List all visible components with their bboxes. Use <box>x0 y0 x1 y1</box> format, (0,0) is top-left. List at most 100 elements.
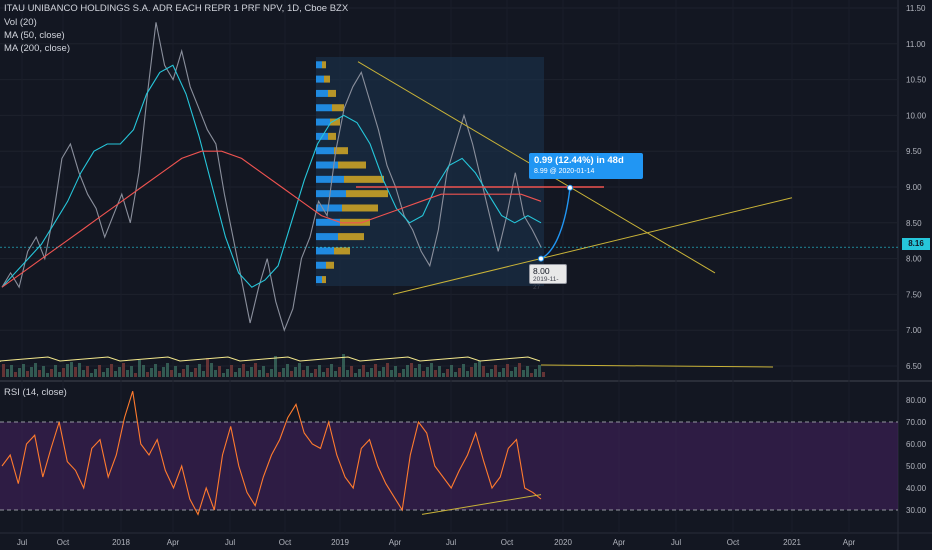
low-price-tag[interactable]: 8.00 2019-11-27 <box>529 264 567 291</box>
symbol-title[interactable]: ITAU UNIBANCO HOLDINGS S.A. ADR EACH REP… <box>4 3 348 14</box>
volume-bar <box>338 367 341 377</box>
vp-down-bar <box>334 247 350 255</box>
volume-bar <box>298 363 301 377</box>
forecast-callout[interactable]: 0.99 (12.44%) in 48d 8.99 @ 2020-01-14 <box>529 153 643 179</box>
price-tick-label: 7.00 <box>906 326 922 335</box>
price-tick-label: 11.50 <box>906 4 926 13</box>
vol-legend[interactable]: Vol (20) <box>4 17 37 28</box>
low-price: 8.00 <box>533 266 550 276</box>
volume-bar <box>362 365 365 377</box>
volume-bar <box>162 367 165 377</box>
vp-up-bar <box>316 276 322 284</box>
volume-bar <box>282 368 285 377</box>
forecast-origin-point <box>538 255 544 262</box>
price-tick-label: 8.50 <box>906 219 922 228</box>
forecast-target-point <box>567 184 573 191</box>
volume-bar <box>530 373 533 377</box>
time-tick-label: Apr <box>167 538 180 547</box>
volume-bar <box>502 368 505 377</box>
volume-bar <box>202 371 205 377</box>
volume-bar <box>398 373 401 377</box>
vp-up-bar <box>316 104 332 112</box>
volume-bar <box>454 372 457 377</box>
volume-bar <box>266 373 269 377</box>
volume-bar <box>110 364 113 377</box>
time-tick-label: Oct <box>501 538 514 547</box>
volume-bar <box>334 371 337 377</box>
volume-bar <box>198 364 201 377</box>
vp-down-bar <box>322 61 326 69</box>
vp-down-bar <box>332 104 344 112</box>
rsi-band-fill <box>0 422 898 510</box>
rsi-legend[interactable]: RSI (14, close) <box>4 387 67 398</box>
volume-bar <box>394 366 397 377</box>
vp-up-bar <box>316 190 346 198</box>
volume-bar <box>422 371 425 377</box>
time-tick-label: Jul <box>446 538 456 547</box>
vp-down-bar <box>322 276 326 284</box>
volume-bar <box>270 369 273 377</box>
volume-profile-range <box>316 57 544 286</box>
rsi-tick-label: 80.00 <box>906 396 927 405</box>
price-tick-label: 11.00 <box>906 40 926 49</box>
volume-bar <box>274 356 277 377</box>
vp-up-bar <box>316 204 342 212</box>
ma50-legend[interactable]: MA (50, close) <box>4 30 65 41</box>
volume-bar <box>314 369 317 377</box>
vp-up-bar <box>316 147 334 155</box>
volume-bar <box>254 363 257 377</box>
volume-bar <box>206 358 209 377</box>
volume-bar <box>466 371 469 377</box>
volume-bar <box>70 362 73 377</box>
volume-bar <box>310 373 313 377</box>
time-tick-label: Oct <box>57 538 70 547</box>
volume-bar <box>154 364 157 377</box>
time-tick-label: 2018 <box>112 538 130 547</box>
chart-canvas[interactable]: 11.50 11.00 10.50 10.00 9.50 9.00 8.50 8.00 7.50… <box>0 0 932 550</box>
volume-bar <box>58 372 61 377</box>
vp-down-bar <box>338 161 366 169</box>
volume-profile <box>316 57 544 286</box>
vp-down-bar <box>344 175 384 183</box>
vp-down-bar <box>328 132 336 140</box>
volume-bar <box>46 373 49 377</box>
volume-bar <box>138 360 141 377</box>
ma200-legend[interactable]: MA (200, close) <box>4 43 70 54</box>
vp-up-bar <box>316 261 326 269</box>
volume-bar <box>130 366 133 377</box>
time-tick-label: 2020 <box>554 538 572 547</box>
volume-bar <box>106 368 109 377</box>
volume-bar <box>490 369 493 377</box>
vp-down-bar <box>342 204 378 212</box>
volume-bar <box>418 364 421 377</box>
volume-bar <box>406 365 409 377</box>
volume-bar <box>322 372 325 377</box>
volume-bar <box>494 365 497 377</box>
volume-bar <box>294 367 297 377</box>
volume-bar <box>122 363 125 377</box>
rsi-tick-label: 40.00 <box>906 484 927 493</box>
rsi-band <box>0 421 898 511</box>
vp-up-bar <box>316 218 340 226</box>
volume-bar <box>214 370 217 377</box>
volume-bar <box>522 370 525 377</box>
volume-bar <box>102 372 105 377</box>
volume-bar <box>194 368 197 377</box>
volume-bar <box>346 370 349 377</box>
volume-bar <box>262 366 265 377</box>
volume-bar <box>330 364 333 377</box>
vp-down-bar <box>338 233 364 241</box>
volume-bar <box>410 363 413 377</box>
price-tick-label: 10.00 <box>906 111 927 120</box>
vp-down-bar <box>346 190 388 198</box>
rsi-tick-label: 50.00 <box>906 462 927 471</box>
volume-bar <box>62 368 65 377</box>
volume-bar <box>302 370 305 377</box>
volume-bar <box>286 364 289 377</box>
volume-bar <box>166 363 169 377</box>
volume-bar <box>462 364 465 377</box>
volume-bar <box>470 367 473 377</box>
volume-bar <box>230 365 233 377</box>
volume-bar <box>506 364 509 377</box>
vp-up-bar <box>316 61 322 69</box>
